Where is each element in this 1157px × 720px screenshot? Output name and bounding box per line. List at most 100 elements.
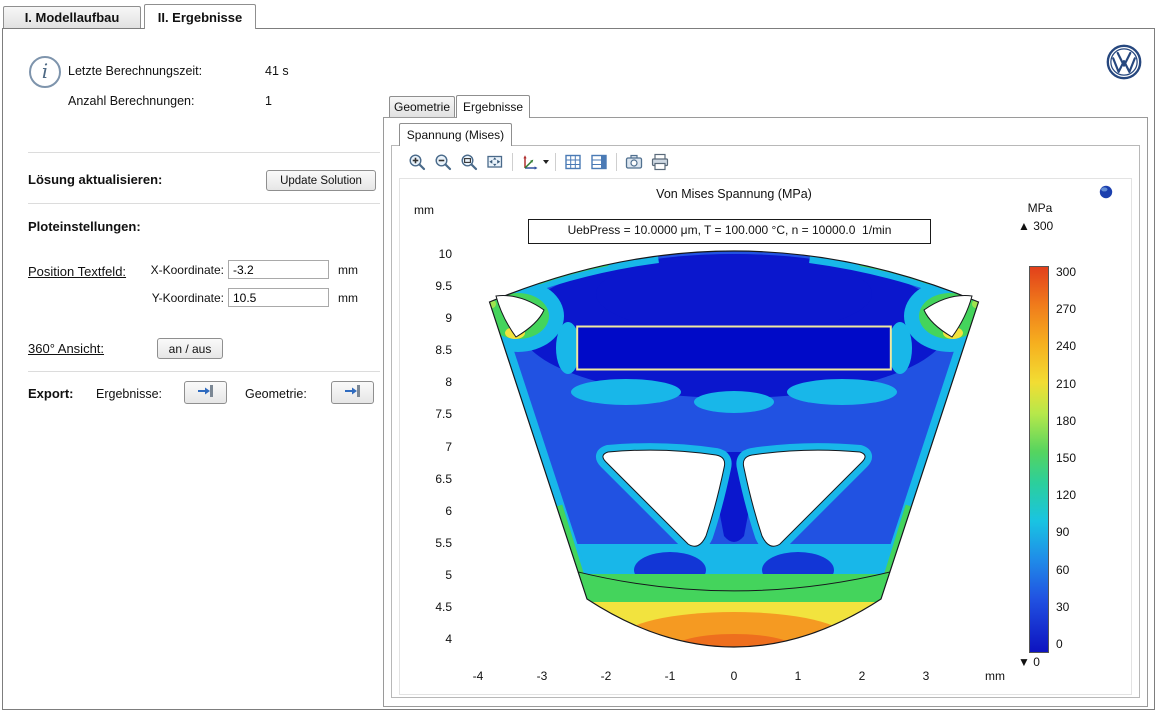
tab-ergebnisse[interactable]: II. Ergebnisse xyxy=(144,4,256,29)
zoom-extents-button[interactable] xyxy=(482,150,508,174)
toggle-360-view-button[interactable]: an / aus xyxy=(157,338,223,359)
x-tick: 3 xyxy=(906,669,946,683)
graphics-toolbar xyxy=(404,149,673,175)
tab-spannung-mises[interactable]: Spannung (Mises) xyxy=(399,123,512,146)
colorbar-max-label: ▲ 300 xyxy=(1018,219,1053,233)
x-coordinate-input[interactable] xyxy=(228,260,329,279)
y-tick: 7.5 xyxy=(418,407,452,421)
y-coordinate-unit: mm xyxy=(338,291,358,305)
zoom-out-icon xyxy=(433,152,453,172)
y-tick: 4.5 xyxy=(418,600,452,614)
toolbar-separator xyxy=(616,153,617,171)
y-tick: 5 xyxy=(418,568,452,582)
vw-logo-icon xyxy=(1106,44,1142,85)
y-tick: 10 xyxy=(418,247,452,261)
divider xyxy=(28,152,380,153)
print-button[interactable] xyxy=(647,150,673,174)
info-icon-glyph: i xyxy=(42,61,48,81)
plot-settings-heading: Ploteinstellungen: xyxy=(28,219,141,234)
y-coordinate-input[interactable] xyxy=(228,288,329,307)
update-solution-label: Lösung aktualisieren: xyxy=(28,172,162,187)
divider xyxy=(28,371,380,372)
y-coordinate-label: Y-Koordinate: xyxy=(150,291,224,305)
colorbar-tick: 60 xyxy=(1056,563,1069,577)
export-icon xyxy=(196,383,216,402)
tab-ergebnisse-plot[interactable]: Ergebnisse xyxy=(456,95,530,118)
tab-geometrie[interactable]: Geometrie xyxy=(389,96,455,117)
x-tick: -3 xyxy=(522,669,562,683)
colorbar-tick: 0 xyxy=(1056,637,1063,651)
last-computation-value: 41 s xyxy=(265,64,289,78)
image-snapshot-button[interactable] xyxy=(621,150,647,174)
zoom-box-icon xyxy=(459,152,479,172)
plot-title: Von Mises Spannung (MPa) xyxy=(484,187,984,201)
x-tick: 1 xyxy=(778,669,818,683)
x-tick: -4 xyxy=(458,669,498,683)
textfield-position-label: Position Textfeld: xyxy=(28,264,126,279)
grid-icon xyxy=(563,152,583,172)
y-tick: 7 xyxy=(418,440,452,454)
printer-icon xyxy=(650,152,670,172)
colorbar-tick: 300 xyxy=(1056,265,1076,279)
toolbar-separator xyxy=(555,153,556,171)
view-orientation-icon xyxy=(520,152,540,172)
view-360-label: 360° Ansicht: xyxy=(28,341,104,356)
colorbar-tick: 180 xyxy=(1056,414,1076,428)
y-tick: 4 xyxy=(418,632,452,646)
y-tick: 6.5 xyxy=(418,472,452,486)
camera-icon xyxy=(624,152,644,172)
view-orientation-button[interactable] xyxy=(517,150,551,174)
app-window: I. Modellaufbau II. Ergebnisse i Letzte … xyxy=(0,0,1157,720)
x-tick: 2 xyxy=(842,669,882,683)
chevron-down-icon xyxy=(543,160,549,164)
computation-count-label: Anzahl Berechnungen: xyxy=(68,94,194,108)
floating-window-icon[interactable] xyxy=(1097,183,1115,206)
x-axis-unit: mm xyxy=(985,669,1025,683)
colorbar-tick: 240 xyxy=(1056,339,1076,353)
zoom-in-button[interactable] xyxy=(404,150,430,174)
export-results-label: Ergebnisse: xyxy=(96,387,162,401)
tab-modellaufbau[interactable]: I. Modellaufbau xyxy=(3,6,141,28)
legend-icon xyxy=(589,152,609,172)
show-legend-button[interactable] xyxy=(586,150,612,174)
zoom-extents-icon xyxy=(485,152,505,172)
graphics-canvas[interactable]: Von Mises Spannung (MPa) mm UebPress = 1… xyxy=(399,178,1132,695)
export-geometry-label: Geometrie: xyxy=(245,387,307,401)
y-axis-unit: mm xyxy=(414,203,434,217)
y-tick: 6 xyxy=(418,504,452,518)
y-tick: 5.5 xyxy=(418,536,452,550)
y-tick: 9 xyxy=(418,311,452,325)
export-icon xyxy=(343,383,363,402)
update-solution-button[interactable]: Update Solution xyxy=(266,170,376,191)
export-results-button[interactable] xyxy=(184,381,227,404)
colorbar-min-label: ▼ 0 xyxy=(1018,655,1040,669)
zoom-in-icon xyxy=(407,152,427,172)
y-tick: 9.5 xyxy=(418,279,452,293)
colorbar-tick: 210 xyxy=(1056,377,1076,391)
show-grid-button[interactable] xyxy=(560,150,586,174)
colorbar-unit: MPa xyxy=(1012,201,1068,215)
export-heading: Export: xyxy=(28,386,74,401)
stress-contour-plot xyxy=(458,206,1006,654)
x-tick: -2 xyxy=(586,669,626,683)
info-icon: i xyxy=(29,56,61,88)
x-tick: -1 xyxy=(650,669,690,683)
y-tick: 8 xyxy=(418,375,452,389)
colorbar xyxy=(1029,266,1049,653)
computation-count-value: 1 xyxy=(265,94,272,108)
zoom-box-button[interactable] xyxy=(456,150,482,174)
x-coordinate-unit: mm xyxy=(338,263,358,277)
colorbar-tick: 90 xyxy=(1056,525,1069,539)
zoom-out-button[interactable] xyxy=(430,150,456,174)
x-tick: 0 xyxy=(714,669,754,683)
colorbar-tick: 150 xyxy=(1056,451,1076,465)
x-coordinate-label: X-Koordinate: xyxy=(150,263,224,277)
last-computation-label: Letzte Berechnungszeit: xyxy=(68,64,202,78)
colorbar-tick: 30 xyxy=(1056,600,1069,614)
colorbar-tick: 270 xyxy=(1056,302,1076,316)
y-tick: 8.5 xyxy=(418,343,452,357)
divider xyxy=(28,203,380,204)
toolbar-separator xyxy=(512,153,513,171)
colorbar-tick: 120 xyxy=(1056,488,1076,502)
export-geometry-button[interactable] xyxy=(331,381,374,404)
